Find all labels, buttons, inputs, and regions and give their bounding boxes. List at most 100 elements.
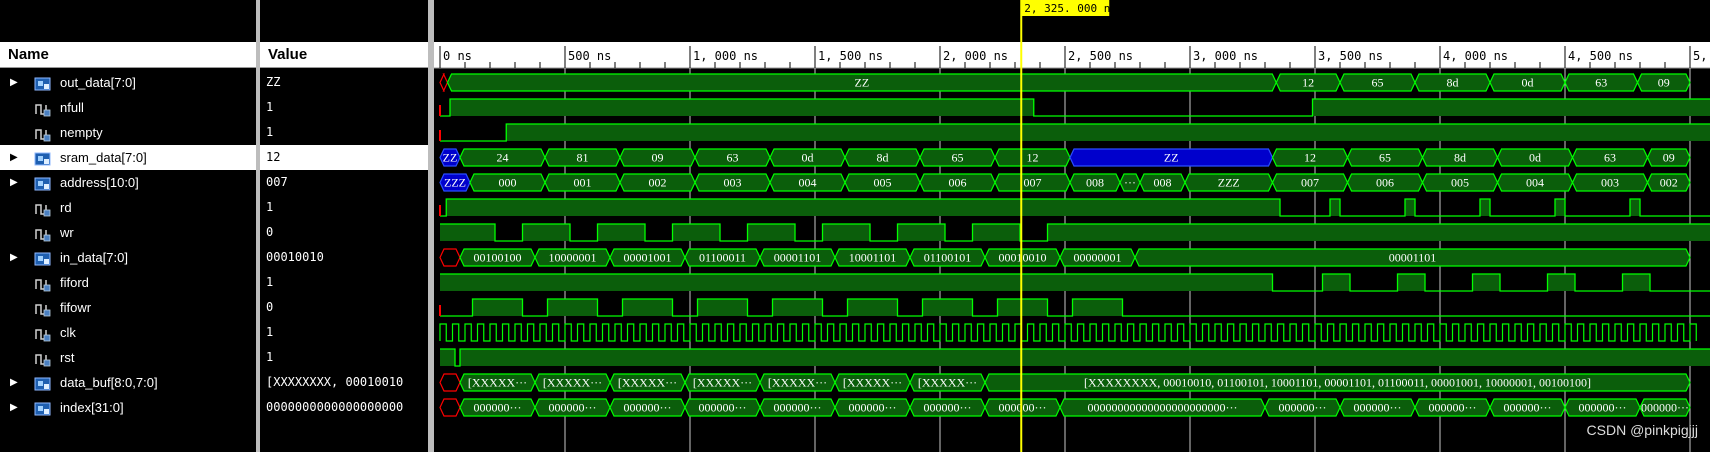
expand-arrow-icon[interactable]: ▶ [10,370,20,395]
bus-segment-label: 65 [952,151,964,165]
signal-value: 1 [266,125,274,139]
wire-signal-icon [34,325,52,342]
high-level-fill [672,224,720,241]
bus-segment [439,373,461,392]
signal-row-sram-data-7-0[interactable]: ▶ sram_data[7:0] [0,145,256,170]
bus-segment-label: 00000000000000000000000··· [1088,401,1238,415]
value-row-fifowr[interactable]: 0 [260,295,428,320]
high-level-fill [1547,274,1575,291]
waveform-trace[interactable] [439,323,1697,342]
value-row-rd[interactable]: 1 [260,195,428,220]
signal-row-rd[interactable]: rd [0,195,256,220]
value-row-data-buf-8-0-7-0[interactable]: [XXXXXXXX, 00010010 [260,370,428,395]
expand-arrow-icon[interactable]: ▶ [10,145,20,170]
value-row-index-31-0[interactable]: 0000000000000000000 [260,395,428,420]
signal-name: rst [60,350,75,365]
waveform-trace[interactable] [440,273,1710,292]
high-level-fill [450,99,1034,116]
high-level-fill [622,299,673,316]
waveform-trace[interactable] [439,298,1710,317]
expand-arrow-icon[interactable]: ▶ [10,395,20,420]
bus-segment-label: 63 [727,151,739,165]
waveform-canvas[interactable]: 0 ns 500 ns 1, 000 ns 1, 500 ns 2, 000 ns 2, … [434,0,1710,452]
waveform-trace[interactable]: [XXXXX··· [XXXXX··· [XXXXX··· [XXXXX··· [XXX… [439,373,1691,392]
signal-row-fifowr[interactable]: fifowr [0,295,256,320]
wire-signal-icon [34,125,52,142]
bus-segment-label: 008 [1086,176,1104,190]
value-row-fiford[interactable]: 1 [260,270,428,295]
cursor-time-label: 2, 325. 000 ns [1024,2,1117,15]
expand-arrow-icon[interactable]: ▶ [10,170,20,195]
signal-row-address-10-0[interactable]: ▶ address[10:0] [0,170,256,195]
bus-segment-label: 007 [1301,176,1319,190]
bus-segment-label: 81 [577,151,589,165]
bus-segment-label: 00001101 [1389,251,1437,265]
bus-segment-label: [XXXXX··· [543,376,602,390]
name-column-header[interactable]: Name [0,42,256,68]
waveform-trace[interactable]: 00100100 10000001 00001001 01100011 00001101… [439,248,1691,267]
value-row-in-data-7-0[interactable]: 00010010 [260,245,428,270]
signal-row-out-data-7-0[interactable]: ▶ out_data[7:0] [0,70,256,95]
high-level-fill [897,224,945,241]
high-level-fill [922,299,973,316]
value-row-sram-data-7-0[interactable]: 12 [260,145,428,170]
high-level-fill [972,224,1020,241]
bus-segment-label: ZZZ [444,176,466,190]
value-column-header[interactable]: Value [260,42,428,68]
value-row-out-data-7-0[interactable]: ZZ [260,70,428,95]
ruler-tick-label: 3, 500 ns [1318,49,1383,63]
signal-row-rst[interactable]: rst [0,345,256,370]
bus-segment-label: 003 [1601,176,1619,190]
waveform-trace[interactable] [439,98,1710,117]
signal-row-clk[interactable]: clk [0,320,256,345]
value-row-rst[interactable]: 1 [260,345,428,370]
bus-segment-label: 0d [802,151,814,165]
signal-row-data-buf-8-0-7-0[interactable]: ▶ data_buf[8:0,7:0] [0,370,256,395]
value-row-clk[interactable]: 1 [260,320,428,345]
waveform-trace[interactable]: ZZ 12 65 8d 0d 63 09 [439,73,1691,92]
value-row-nempty[interactable]: 1 [260,120,428,145]
bus-segment-label: 00000001 [1074,251,1122,265]
bus-segment-label: 002 [649,176,667,190]
signal-row-in-data-7-0[interactable]: ▶ in_data[7:0] [0,245,256,270]
wire-signal-icon [34,200,52,217]
signal-value: 0 [266,300,274,314]
signal-name: out_data[7:0] [60,75,136,90]
signal-row-fiford[interactable]: fiford [0,270,256,295]
bus-segment-label: 000000··· [1579,401,1627,415]
waveform-trace[interactable]: 000000··· 000000··· 000000··· 000000··· 0000… [439,398,1691,417]
bus-segment-label: 000000··· [474,401,522,415]
value-row-wr[interactable]: 0 [260,220,428,245]
high-level-fill [1330,199,1340,216]
waveform-trace[interactable] [440,348,1710,367]
bus-segment-label: 24 [497,151,509,165]
waveform-trace[interactable] [439,123,1710,142]
high-level-fill [522,224,570,241]
waveform-trace[interactable] [439,198,1710,217]
signal-value: 0000000000000000000 [266,400,404,414]
bus-segment-label: 000000··· [624,401,672,415]
expand-arrow-icon[interactable]: ▶ [10,70,20,95]
value-row-address-10-0[interactable]: 007 [260,170,428,195]
signal-row-nempty[interactable]: nempty [0,120,256,145]
waveform-trace[interactable] [440,223,1710,242]
ruler-tick-label: 3, 000 ns [1193,49,1258,63]
waveform-trace[interactable]: ZZZ 000 001 002 003 004 005 006 007 008 ··· 008 ZZZ 0… [439,173,1691,192]
high-level-fill [697,299,748,316]
waveform-pane[interactable]: 0 ns 500 ns 1, 000 ns 1, 500 ns 2, 000 ns 2, … [434,0,1710,452]
bus-segment-label: 8d [1447,76,1459,90]
signal-name: wr [60,225,74,240]
signal-row-index-31-0[interactable]: ▶ index[31:0] [0,395,256,420]
bus-signal-icon [34,75,52,91]
bus-segment-label: 12 [1302,76,1314,90]
expand-arrow-icon[interactable]: ▶ [10,245,20,270]
ruler-tick-label: 2, 000 ns [943,49,1008,63]
waveform-trace[interactable]: ZZ 24 81 09 63 0d 8d 65 12 ZZ 12 65 8d 0d 63 09 [439,148,1691,167]
bus-segment-label: 006 [949,176,967,190]
bus-segment-label: 63 [1604,151,1616,165]
bus-segment [439,248,461,267]
signal-name: nempty [60,125,103,140]
signal-row-nfull[interactable]: nfull [0,95,256,120]
signal-row-wr[interactable]: wr [0,220,256,245]
value-row-nfull[interactable]: 1 [260,95,428,120]
